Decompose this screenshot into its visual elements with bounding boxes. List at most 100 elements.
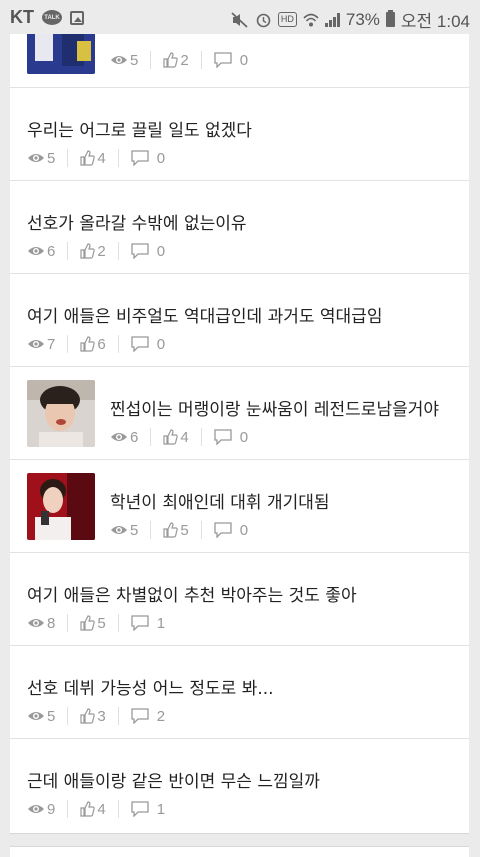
divider	[150, 51, 152, 69]
comment-count: 2	[156, 707, 166, 725]
divider	[200, 51, 202, 69]
post-meta: 5 2 0	[110, 51, 248, 69]
post-title: 찐섭이는 머랭이랑 눈싸움이 레전드로남을거야	[110, 400, 440, 420]
divider	[117, 149, 119, 167]
post-meta: 6 4 0	[110, 428, 248, 446]
comment-count: 1	[156, 614, 166, 632]
hd-voice-icon: HD	[277, 12, 297, 27]
kakaotalk-icon: TALK	[42, 10, 62, 25]
divider	[150, 521, 152, 539]
thumbs-up-icon	[163, 52, 179, 68]
like-count: 3	[97, 707, 106, 725]
comment-icon	[131, 243, 149, 259]
eye-icon	[28, 154, 44, 162]
divider	[117, 242, 119, 260]
like-count: 4	[97, 149, 106, 167]
divider	[200, 521, 202, 539]
status-left: KT TALK	[10, 7, 84, 28]
divider	[200, 428, 202, 446]
post-meta: 7 6 0	[27, 335, 165, 353]
post-title: 선호 데뷔 가능성 어느 정도로 봐...	[27, 679, 274, 699]
eye-icon	[28, 619, 44, 627]
comment-icon	[214, 522, 232, 538]
gallery-icon	[70, 10, 84, 25]
view-count: 5	[130, 51, 139, 69]
comment-icon	[131, 801, 149, 817]
eye-icon	[111, 526, 127, 534]
list-item[interactable]: 여기 애들은 비주얼도 역대급인데 과거도 역대급임 7 6 0	[10, 273, 469, 365]
list-item[interactable]: 찐섭이는 머랭이랑 눈싸움이 레전드로남을거야 6 4 0	[10, 366, 469, 458]
eye-icon	[28, 805, 44, 813]
divider	[117, 614, 119, 632]
mute-icon	[231, 11, 248, 28]
like-count: 4	[97, 800, 106, 818]
divider	[67, 335, 69, 353]
eye-icon	[28, 340, 44, 348]
divider	[150, 428, 152, 446]
like-count: 5	[97, 614, 106, 632]
status-bar: KT TALK HD 73% 오전 1:04	[0, 0, 480, 34]
list-item[interactable]: 선호가 올라갈 수밖에 없는이유 6 2 0	[10, 180, 469, 272]
post-meta: 8 5 1	[27, 614, 165, 632]
post-meta: 5 3 2	[27, 707, 165, 725]
divider	[117, 707, 119, 725]
post-title: 근데 애들이랑 같은 반이면 무슨 느낌일까	[27, 772, 320, 792]
comment-count: 0	[239, 51, 249, 69]
carrier-label: KT	[10, 7, 34, 27]
comment-count: 0	[239, 521, 249, 539]
comment-count: 1	[156, 800, 166, 818]
view-count: 6	[130, 428, 139, 446]
battery-percent: 73%	[345, 9, 380, 29]
post-meta: 6 2 0	[27, 242, 165, 260]
comment-count: 0	[156, 242, 166, 260]
list-item[interactable]: 여기 애들은 차별없이 추천 박아주는 것도 좋아 8 5 1	[10, 552, 469, 644]
comment-icon	[131, 708, 149, 724]
like-count: 2	[97, 242, 106, 260]
post-title: 우리는 어그로 끌릴 일도 없겠다	[27, 121, 252, 141]
divider	[117, 800, 119, 818]
thumbs-up-icon	[163, 522, 179, 538]
divider	[67, 149, 69, 167]
comment-count: 0	[156, 149, 166, 167]
post-title: 여기 애들은 비주얼도 역대급인데 과거도 역대급임	[27, 307, 383, 327]
divider	[67, 707, 69, 725]
comment-icon	[214, 429, 232, 445]
like-count: 5	[180, 521, 189, 539]
thumbs-up-icon	[80, 336, 96, 352]
list-item[interactable]: 우리는 어그로 끌릴 일도 없겠다 5 4 0	[10, 87, 469, 179]
signal-icon	[324, 12, 340, 27]
post-list: 5 2 0 우리는 어그로 끌릴 일도 없겠다 5 4 0 선호가 올라갈 수밖…	[10, 0, 469, 834]
list-item[interactable]: 근데 애들이랑 같은 반이면 무슨 느낌일까 9 4 1	[10, 738, 469, 830]
comment-count: 0	[156, 335, 166, 353]
thumbs-up-icon	[80, 615, 96, 631]
comment-icon	[131, 150, 149, 166]
wifi-icon	[303, 13, 319, 26]
eye-icon	[28, 247, 44, 255]
list-item[interactable]: 선호 데뷔 가능성 어느 정도로 봐... 5 3 2	[10, 645, 469, 737]
status-right: HD 73% 오전 1:04	[231, 7, 470, 32]
thumbs-up-icon	[80, 243, 96, 259]
comment-icon	[131, 615, 149, 631]
clock: 오전 1:04	[400, 12, 470, 31]
divider	[67, 614, 69, 632]
thumbs-up-icon	[80, 708, 96, 724]
comment-icon	[131, 336, 149, 352]
eye-icon	[28, 712, 44, 720]
thumbs-up-icon	[163, 429, 179, 445]
like-count: 6	[97, 335, 106, 353]
post-title: 학년이 최애인데 대휘 개기대됨	[110, 493, 330, 513]
view-count: 8	[47, 614, 56, 632]
divider	[67, 242, 69, 260]
post-meta: 5 4 0	[27, 149, 165, 167]
like-count: 2	[180, 51, 189, 69]
eye-icon	[111, 433, 127, 441]
post-thumbnail	[27, 380, 95, 447]
divider	[67, 800, 69, 818]
post-thumbnail	[27, 473, 95, 540]
post-meta: 5 5 0	[110, 521, 248, 539]
like-count: 4	[180, 428, 189, 446]
divider	[117, 335, 119, 353]
post-title: 여기 애들은 차별없이 추천 박아주는 것도 좋아	[27, 586, 357, 606]
list-item[interactable]: 학년이 최애인데 대휘 개기대됨 5 5 0	[10, 459, 469, 551]
comment-count: 0	[239, 428, 249, 446]
